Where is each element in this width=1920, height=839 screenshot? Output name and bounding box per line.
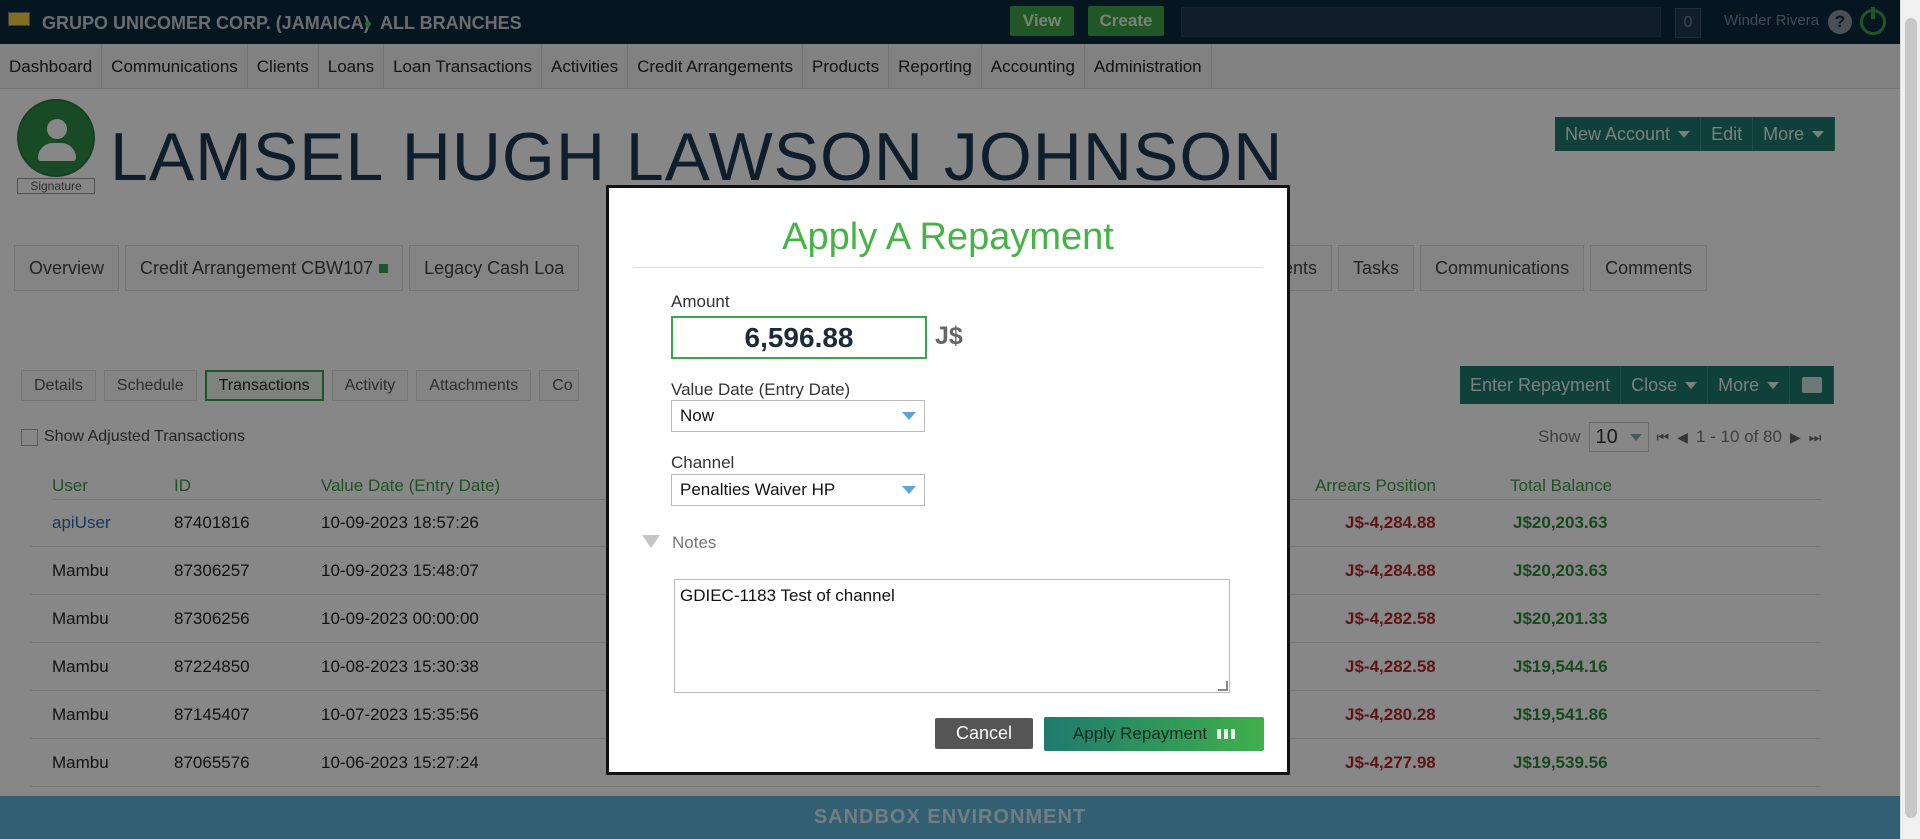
channel-select[interactable]: Penalties Waiver HP: [671, 474, 925, 506]
value-date-select[interactable]: Now: [671, 400, 925, 432]
textarea-resize-handle-icon[interactable]: [1218, 681, 1228, 691]
notes-collapse-icon[interactable]: [642, 535, 660, 548]
page-scrollbar[interactable]: [1900, 0, 1920, 839]
cancel-button[interactable]: Cancel: [935, 718, 1033, 749]
apply-repayment-button[interactable]: Apply Repayment: [1044, 717, 1264, 751]
apply-repayment-label: Apply Repayment: [1072, 724, 1208, 743]
currency-label: J$: [935, 322, 963, 350]
scrollbar-thumb[interactable]: [1905, 18, 1917, 818]
channel-label: Channel: [671, 453, 735, 472]
chevron-down-icon: [902, 486, 916, 494]
chevron-down-icon: [902, 412, 916, 420]
notes-textarea[interactable]: GDIEC-1183 Test of channel: [674, 579, 1230, 693]
channel-selected: Penalties Waiver HP: [680, 480, 836, 499]
amount-label: Amount: [671, 292, 730, 311]
apply-repayment-dialog: Apply A Repayment Amount J$ Value Date (…: [606, 185, 1290, 775]
notes-label[interactable]: Notes: [672, 533, 716, 553]
amount-input[interactable]: [671, 316, 927, 359]
value-date-selected: Now: [680, 406, 715, 425]
title-divider: [633, 267, 1263, 268]
loading-spinner-icon: [1217, 729, 1236, 739]
value-date-label: Value Date (Entry Date): [671, 380, 851, 399]
dialog-title: Apply A Repayment: [782, 216, 1114, 258]
